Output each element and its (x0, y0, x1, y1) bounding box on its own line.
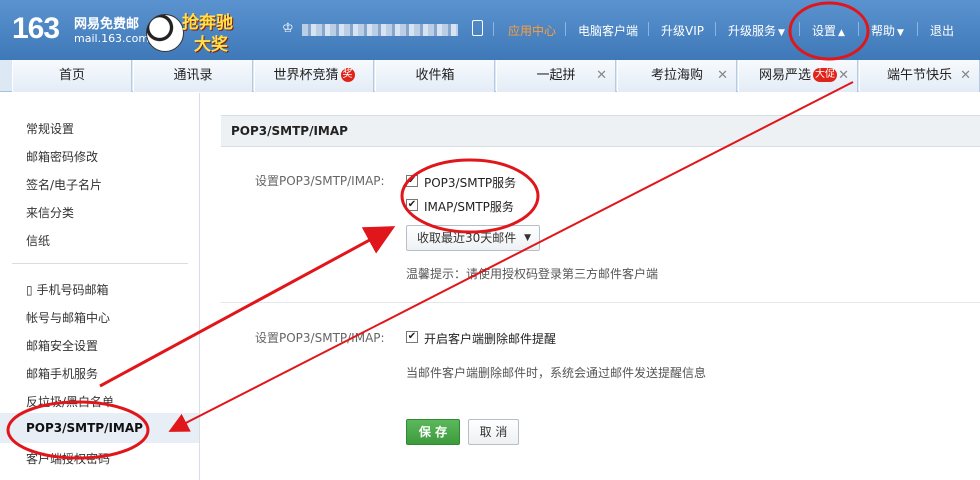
chevron-down-icon: ▼ (524, 233, 531, 243)
settings-sidebar: 常规设置 邮箱密码修改 签名/电子名片 来信分类 信纸 ▯ 手机号码邮箱 帐号与… (0, 93, 200, 480)
nav-help[interactable]: 帮助 ▼ (871, 22, 904, 39)
close-icon[interactable]: ✕ (596, 60, 607, 91)
sidebar-item-phone-mailbox[interactable]: ▯ 手机号码邮箱 (26, 281, 108, 298)
tab-dragon-boat[interactable]: 端午节快乐 ✕ (859, 60, 980, 92)
pop3-smtp-checkbox[interactable]: ✔ (406, 175, 418, 187)
sidebar-item-password[interactable]: 邮箱密码修改 (26, 148, 98, 165)
pop3-settings-label: 设置POP3/SMTP/IMAP: (255, 174, 385, 188)
delete-notice-hint: 当邮件客户端删除邮件时，系统会通过邮件发送提醒信息 (406, 366, 707, 380)
nav-separator (648, 22, 649, 36)
imap-smtp-option-label[interactable]: IMAP/SMTP服务 (424, 198, 514, 215)
tab-label: 考拉海购 (650, 68, 703, 83)
delete-notice-checkbox[interactable]: ✔ (406, 331, 418, 343)
delete-notice-settings-label: 设置POP3/SMTP/IMAP: (255, 331, 385, 345)
tab-label: 首页 (58, 68, 85, 83)
nav-help-label: 帮助 (871, 24, 896, 38)
tab-world-cup[interactable]: 世界杯竞猜奖 (254, 60, 374, 92)
tab-kaola[interactable]: 考拉海购 ✕ (617, 60, 737, 92)
tab-yanxuan[interactable]: 网易严选 大促 ✕ (738, 60, 858, 92)
nav-upgrade-service-label: 升级服务 (728, 24, 777, 38)
sidebar-item-stationery[interactable]: 信纸 (26, 232, 50, 249)
logo-number[interactable]: 163 (12, 12, 60, 46)
nav-settings-label: 设置 (812, 24, 837, 38)
nav-vip[interactable]: 升级VIP (661, 22, 704, 39)
masked-username[interactable] (302, 24, 458, 36)
section-title: POP3/SMTP/IMAP (221, 115, 980, 147)
tab-badge: 奖 (340, 68, 355, 82)
promo-banner[interactable]: 抢奔驰 大奖 (146, 6, 246, 55)
top-header: 163 网易免费邮 mail.163.com 抢奔驰 大奖 ♔ 应用中心 电脑客… (0, 0, 980, 60)
pop3-smtp-option-label[interactable]: POP3/SMTP服务 (424, 174, 516, 191)
mobile-icon: ▯ (26, 283, 33, 297)
chevron-down-icon: ▼ (778, 28, 785, 38)
crown-icon: ♔ (282, 21, 294, 36)
promo-line2: 大奖 (194, 35, 228, 55)
sidebar-item-client-auth-code[interactable]: 客户端授权密码 (26, 450, 110, 467)
nav-separator (715, 22, 716, 36)
nav-app-center[interactable]: 应用中心 (508, 22, 556, 39)
tab-home[interactable]: 首页 (12, 60, 132, 92)
fetch-range-value: 收取最近30天邮件 (417, 231, 517, 245)
tab-label: 一起拼 (536, 68, 576, 83)
sidebar-item-signature[interactable]: 签名/电子名片 (26, 176, 102, 193)
fetch-range-select[interactable]: 收取最近30天邮件 ▼ (406, 225, 540, 251)
sidebar-item-antispam[interactable]: 反垃圾/黑白名单 (26, 393, 114, 410)
sidebar-item-security[interactable]: 邮箱安全设置 (26, 337, 98, 354)
tab-bar: 首页 通讯录 世界杯竞猜奖 收件箱 一起拼 ✕ 考拉海购 ✕ 网易严选 大促 ✕ 端午节… (0, 60, 980, 92)
chevron-down-icon: ▼ (897, 28, 904, 38)
delete-notice-option-label[interactable]: 开启客户端删除邮件提醒 (424, 330, 556, 347)
tab-contacts[interactable]: 通讯录 (133, 60, 253, 92)
nav-separator (565, 22, 566, 36)
auth-code-hint: 温馨提示：请使用授权码登录第三方邮件客户端 (406, 267, 659, 281)
chevron-up-icon: ▲ (838, 28, 845, 38)
imap-smtp-checkbox[interactable]: ✔ (406, 199, 418, 211)
tab-group-buy[interactable]: 一起拼 ✕ (496, 60, 616, 92)
tab-label: 世界杯竞猜 (273, 68, 339, 83)
row-divider (221, 302, 980, 303)
sidebar-item-general[interactable]: 常规设置 (26, 120, 74, 137)
sidebar-divider (12, 263, 188, 264)
sidebar-item-label: 手机号码邮箱 (36, 283, 109, 297)
nav-separator (493, 22, 494, 36)
tab-label: 端午节快乐 (886, 68, 952, 83)
tab-label: 收件箱 (415, 68, 455, 83)
logo-domain: mail.163.com (74, 32, 150, 45)
sidebar-item-label: POP3/SMTP/IMAP (26, 421, 143, 435)
tab-label: 网易严选 (758, 68, 811, 83)
football-icon (146, 14, 184, 52)
sidebar-item-mail-filter[interactable]: 来信分类 (26, 204, 74, 221)
settings-main-panel: POP3/SMTP/IMAP 设置POP3/SMTP/IMAP: ✔ POP3/… (201, 93, 980, 480)
close-icon[interactable]: ✕ (717, 60, 728, 91)
save-button[interactable]: 保 存 (406, 419, 460, 445)
sidebar-item-pop3-smtp-imap[interactable]: POP3/SMTP/IMAP (0, 413, 199, 443)
tab-inbox[interactable]: 收件箱 (375, 60, 495, 92)
logo-title[interactable]: 网易免费邮 (74, 13, 139, 32)
nav-settings[interactable]: 设置 ▲ (812, 22, 845, 39)
tab-label: 通讯录 (173, 68, 213, 83)
nav-upgrade-service[interactable]: 升级服务 ▼ (728, 22, 785, 39)
cancel-button[interactable]: 取 消 (468, 419, 519, 445)
nav-logout[interactable]: 退出 (930, 22, 954, 39)
sidebar-item-account-center[interactable]: 帐号与邮箱中心 (26, 309, 110, 326)
nav-separator (858, 22, 859, 36)
phone-icon[interactable] (472, 20, 483, 36)
nav-pc-client[interactable]: 电脑客户端 (578, 22, 638, 39)
tab-badge: 大促 (813, 68, 837, 82)
nav-separator (799, 22, 800, 36)
close-icon[interactable]: ✕ (838, 60, 849, 91)
close-icon[interactable]: ✕ (960, 60, 971, 91)
sidebar-item-mobile-service[interactable]: 邮箱手机服务 (26, 365, 98, 382)
nav-separator (917, 22, 918, 36)
